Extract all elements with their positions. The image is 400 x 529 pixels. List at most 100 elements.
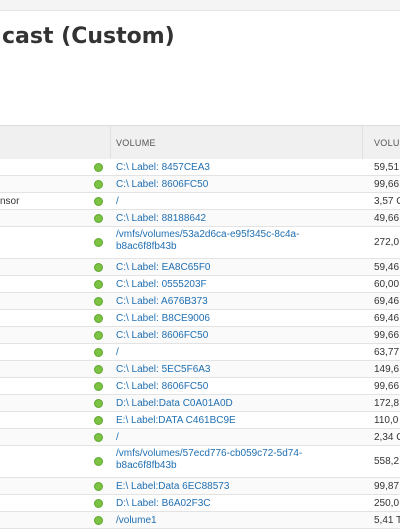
table-row[interactable]: D:\ Label:Data C0A01A0D 172,8 xyxy=(0,395,400,412)
volume-link[interactable]: C:\ Label: EA8C65F0 xyxy=(116,262,346,274)
volume-link[interactable]: /vmfs/volumes/53a2d6ca-e95f345c-8c4a-b8a… xyxy=(116,229,346,253)
volume-link[interactable]: C:\ Label: A676B373 xyxy=(116,296,346,308)
table-row[interactable]: /vmfs/volumes/57ecd776-cb059c72-5d74- b8a… xyxy=(0,446,400,478)
volume-size-value: 69,46 xyxy=(374,296,400,307)
status-ok-icon xyxy=(94,516,103,525)
table-row[interactable]: /volume1 5,41 T xyxy=(0,512,400,529)
volume-link[interactable]: E:\ Label:Data 6EC88573 xyxy=(116,481,346,493)
volume-size-value: 60,00 xyxy=(374,279,400,290)
table-row[interactable]: C:\ Label: 8606FC50 99,66 xyxy=(0,176,400,193)
volume-label: C:\ Label: B8CE9006 xyxy=(116,313,210,324)
status-ok-icon xyxy=(94,365,103,374)
volume-link[interactable]: /vmfs/volumes/57ecd776-cb059c72-5d74- b8a… xyxy=(116,448,346,472)
table-row[interactable]: C:\ Label: 8606FC50 99,66 xyxy=(0,327,400,344)
table-header: VOLUME VOLUM xyxy=(0,125,400,160)
volume-link[interactable]: C:\ Label: 0555203F xyxy=(116,279,346,291)
volume-label-continued: b8ac6f8fb43b xyxy=(116,460,177,471)
volume-link[interactable]: / xyxy=(116,196,346,208)
volume-label: C:\ Label: A676B373 xyxy=(116,296,208,307)
volume-size-value: 69,46 xyxy=(374,313,400,324)
table-body: C:\ Label: 8457CEA3 59,51 C:\ Label: 8606F… xyxy=(0,159,400,529)
volume-size-value: 2,34 C xyxy=(374,432,400,443)
page-title: cast (Custom) xyxy=(2,24,175,49)
table-row[interactable]: C:\ Label: EA8C65F0 59,46 xyxy=(0,259,400,276)
status-ok-icon xyxy=(94,214,103,223)
volume-size-value: 99,66 xyxy=(374,179,400,190)
status-ok-icon xyxy=(94,163,103,172)
volume-link[interactable]: C:\ Label: 8457CEA3 xyxy=(116,162,346,174)
volume-label: C:\ Label: 8606FC50 xyxy=(116,330,209,341)
status-ok-icon xyxy=(94,348,103,357)
volume-label: C:\ Label: 8606FC50 xyxy=(116,179,209,190)
status-ok-icon xyxy=(94,457,103,466)
volume-label: / xyxy=(116,347,119,358)
volume-link[interactable]: C:\ Label: 88188642 xyxy=(116,213,346,225)
table-row[interactable]: / 63,77 xyxy=(0,344,400,361)
status-ok-icon xyxy=(94,280,103,289)
table-row[interactable]: C:\ Label: B8CE9006 69,46 xyxy=(0,310,400,327)
table-row[interactable]: E:\ Label:DATA C461BC9E 110,0 xyxy=(0,412,400,429)
volume-label: C:\ Label: 88188642 xyxy=(116,213,207,224)
status-ok-icon xyxy=(94,482,103,491)
status-ok-icon xyxy=(94,297,103,306)
volume-label: /vmfs/volumes/53a2d6ca-e95f345c-8c4a- xyxy=(116,229,300,240)
volume-label: /volume1 xyxy=(116,515,157,526)
table-row[interactable]: E:\ Label:Data 6EC88573 99,87 xyxy=(0,478,400,495)
volume-link[interactable]: D:\ Label:Data C0A01A0D xyxy=(116,398,346,410)
volume-link[interactable]: C:\ Label: 8606FC50 xyxy=(116,381,346,393)
table-row[interactable]: C:\ Label: 88188642 49,66 xyxy=(0,210,400,227)
volume-size-value: 558,2 xyxy=(374,456,400,467)
table-row[interactable]: C:\ Label: 8457CEA3 59,51 xyxy=(0,159,400,176)
volume-size-value: 63,77 xyxy=(374,347,400,358)
volume-label: C:\ Label: 8606FC50 xyxy=(116,381,209,392)
status-ok-icon xyxy=(94,180,103,189)
table-row[interactable]: C:\ Label: A676B373 69,46 xyxy=(0,293,400,310)
volume-link[interactable]: C:\ Label: 5EC5F6A3 xyxy=(116,364,346,376)
volume-size-value: 99,66 xyxy=(374,330,400,341)
volume-link[interactable]: D:\ Label: B6A02F3C xyxy=(116,498,346,510)
status-ok-icon xyxy=(94,314,103,323)
volume-label: E:\ Label:DATA C461BC9E xyxy=(116,415,236,426)
volume-link[interactable]: E:\ Label:DATA C461BC9E xyxy=(116,415,346,427)
table-row[interactable]: D:\ Label: B6A02F3C 250,0 xyxy=(0,495,400,512)
volume-link[interactable]: C:\ Label: 8606FC50 xyxy=(116,330,346,342)
table-row[interactable]: /vmfs/volumes/53a2d6ca-e95f345c-8c4a-b8a… xyxy=(0,227,400,259)
table-row[interactable]: C:\ Label: 8606FC50 99,66 xyxy=(0,378,400,395)
volume-size-value: 59,51 xyxy=(374,162,400,173)
volume-label: / xyxy=(116,196,119,207)
column-divider xyxy=(110,126,111,159)
volume-size-value: 59,46 xyxy=(374,262,400,273)
volume-label: D:\ Label:Data C0A01A0D xyxy=(116,398,233,409)
status-ok-icon xyxy=(94,433,103,442)
volume-label: C:\ Label: 0555203F xyxy=(116,279,207,290)
volume-label: C:\ Label: 8457CEA3 xyxy=(116,162,210,173)
status-ok-icon xyxy=(94,399,103,408)
volume-link[interactable]: /volume1 xyxy=(116,515,346,527)
status-ok-icon xyxy=(94,263,103,272)
table-row[interactable]: nsor / 3,57 C xyxy=(0,193,400,210)
volume-size-value: 3,57 C xyxy=(374,196,400,207)
volume-size-value: 272,0 xyxy=(374,237,400,248)
table-row[interactable]: / 2,34 C xyxy=(0,429,400,446)
column-divider xyxy=(362,126,363,159)
column-header-volume-size[interactable]: VOLUM xyxy=(374,138,400,148)
status-ok-icon xyxy=(94,331,103,340)
volume-link[interactable]: / xyxy=(116,347,346,359)
volume-size-value: 99,66 xyxy=(374,381,400,392)
volume-size-value: 172,8 xyxy=(374,398,400,409)
volume-label-continued: b8ac6f8fb43b xyxy=(116,241,177,252)
volume-label: C:\ Label: EA8C65F0 xyxy=(116,262,211,273)
volume-label: /vmfs/volumes/57ecd776-cb059c72-5d74- xyxy=(116,448,303,459)
volume-label: / xyxy=(116,432,119,443)
status-ok-icon xyxy=(94,197,103,206)
table-row[interactable]: C:\ Label: 5EC5F6A3 149,6 xyxy=(0,361,400,378)
volume-label: E:\ Label:Data 6EC88573 xyxy=(116,481,230,492)
volume-link[interactable]: / xyxy=(116,432,346,444)
volume-link[interactable]: C:\ Label: B8CE9006 xyxy=(116,313,346,325)
table-row[interactable]: C:\ Label: 0555203F 60,00 xyxy=(0,276,400,293)
volume-size-value: 149,6 xyxy=(374,364,400,375)
volume-label: C:\ Label: 5EC5F6A3 xyxy=(116,364,211,375)
column-header-volume[interactable]: VOLUME xyxy=(116,138,156,148)
volume-link[interactable]: C:\ Label: 8606FC50 xyxy=(116,179,346,191)
top-bar xyxy=(0,0,400,11)
